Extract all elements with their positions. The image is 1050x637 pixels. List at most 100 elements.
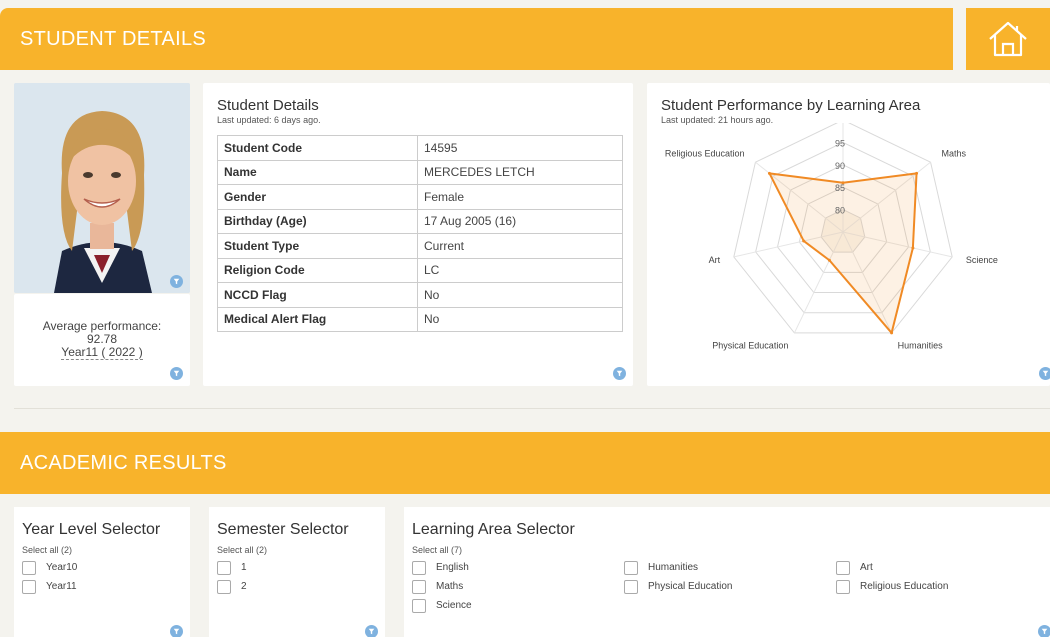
year-selector-title: Year Level Selector <box>22 521 161 538</box>
details-row: Student Type Current <box>217 233 623 259</box>
checkbox[interactable] <box>412 598 426 613</box>
area-option[interactable]: Physical Education <box>624 577 836 596</box>
area-option[interactable]: Religious Education <box>836 577 1036 596</box>
checkbox[interactable] <box>624 579 638 594</box>
checkbox[interactable] <box>624 560 638 575</box>
area-option[interactable]: Humanities <box>624 558 836 577</box>
radar-point[interactable] <box>915 171 919 175</box>
section-divider <box>14 408 1050 409</box>
details-key: Medical Alert Flag <box>217 306 418 332</box>
details-key: Gender <box>217 184 418 210</box>
details-value: Female <box>417 184 623 210</box>
radar-category-label: Humanities <box>898 341 944 351</box>
details-row: Name MERCEDES LETCH <box>217 159 623 185</box>
year-option-label: Year10 <box>46 562 78 573</box>
details-value: LC <box>417 257 623 283</box>
details-key: Student Type <box>217 233 418 259</box>
filter-icon[interactable] <box>1039 367 1050 380</box>
radar-chart: 80859095EnglishMathsScienceHumanitiesPhy… <box>665 123 998 351</box>
details-row: Religion Code LC <box>217 257 623 283</box>
area-option-label: English <box>436 562 469 573</box>
filter-icon[interactable] <box>170 275 183 288</box>
filter-icon[interactable] <box>170 367 183 380</box>
details-value: No <box>417 306 623 332</box>
page-title: STUDENT DETAILS <box>20 27 207 50</box>
area-option[interactable]: Maths <box>412 577 624 596</box>
home-icon <box>989 21 1027 57</box>
academic-results-title: ACADEMIC RESULTS <box>20 451 227 474</box>
radar-category-label: Religious Education <box>665 148 745 158</box>
details-row: NCCD Flag No <box>217 282 623 308</box>
filter-icon[interactable] <box>365 625 378 637</box>
checkbox[interactable] <box>412 560 426 575</box>
student-details-banner: STUDENT DETAILS <box>0 8 953 70</box>
details-key: Religion Code <box>217 257 418 283</box>
radar-point[interactable] <box>911 246 915 250</box>
details-row: Student Code 14595 <box>217 135 623 161</box>
checkbox[interactable] <box>412 579 426 594</box>
year-select-all[interactable]: Select all (2) <box>22 545 190 555</box>
filter-icon[interactable] <box>170 625 183 637</box>
radar-category-label: Maths <box>942 148 967 158</box>
radar-point[interactable] <box>802 239 806 243</box>
details-row: Medical Alert Flag No <box>217 306 623 332</box>
student-photo <box>14 83 190 293</box>
year-level-selector: Year Level Selector Select all (2) Year1… <box>14 507 190 637</box>
details-key: Name <box>217 159 418 185</box>
year-option[interactable]: Year11 <box>22 577 190 596</box>
details-value: 17 Aug 2005 (16) <box>417 208 623 234</box>
details-value: Current <box>417 233 623 259</box>
radar-tick-label: 85 <box>835 183 845 193</box>
checkbox[interactable] <box>836 560 850 575</box>
details-value: 14595 <box>417 135 623 161</box>
semester-selector: Semester Selector Select all (2) 1 2 <box>209 507 385 637</box>
checkbox[interactable] <box>22 579 36 594</box>
details-updated: Last updated: 6 days ago. <box>217 115 321 125</box>
academic-results-banner: ACADEMIC RESULTS <box>0 432 1050 494</box>
area-option-label: Humanities <box>648 562 699 573</box>
learning-area-selector: Learning Area Selector Select all (7) En… <box>404 507 1050 637</box>
details-key: Birthday (Age) <box>217 208 418 234</box>
checkbox[interactable] <box>836 579 850 594</box>
area-option-label: Religious Education <box>860 581 949 592</box>
area-option-label: Physical Education <box>648 581 733 592</box>
semester-option[interactable]: 2 <box>217 577 385 596</box>
year-option-label: Year11 <box>46 581 77 592</box>
year-label: Year11 ( 2022 ) <box>61 345 143 360</box>
area-option-label: Science <box>436 600 472 611</box>
performance-radar-card: Student Performance by Learning Area Las… <box>647 83 1050 386</box>
radar-series-line <box>768 172 918 334</box>
home-button[interactable] <box>966 8 1050 70</box>
checkbox[interactable] <box>217 560 231 575</box>
details-key: Student Code <box>217 135 418 161</box>
details-title: Student Details <box>217 97 319 114</box>
semester-option-label: 2 <box>241 581 247 592</box>
semester-selector-title: Semester Selector <box>217 521 349 538</box>
area-option[interactable]: Science <box>412 596 624 615</box>
details-value: No <box>417 282 623 308</box>
area-option[interactable]: English <box>412 558 624 577</box>
radar-point[interactable] <box>890 331 894 335</box>
radar-tick-label: 80 <box>835 206 845 216</box>
filter-icon[interactable] <box>613 367 626 380</box>
semester-select-all[interactable]: Select all (2) <box>217 545 385 555</box>
student-details-card: Student Details Last updated: 6 days ago… <box>203 83 633 386</box>
semester-option-label: 1 <box>241 562 247 573</box>
area-select-all[interactable]: Select all (7) <box>412 545 1050 555</box>
year-option[interactable]: Year10 <box>22 558 190 577</box>
radar-category-label: Science <box>966 255 998 265</box>
area-option-label: Maths <box>436 581 464 592</box>
radar-tick-label: 90 <box>835 161 845 171</box>
filter-icon[interactable] <box>1038 625 1050 637</box>
details-row: Birthday (Age) 17 Aug 2005 (16) <box>217 208 623 234</box>
semester-option[interactable]: 1 <box>217 558 385 577</box>
details-value: MERCEDES LETCH <box>417 159 623 185</box>
checkbox[interactable] <box>22 560 36 575</box>
radar-point[interactable] <box>827 258 831 262</box>
radar-title: Student Performance by Learning Area <box>661 97 921 114</box>
details-row: Gender Female <box>217 184 623 210</box>
radar-point[interactable] <box>767 171 771 175</box>
area-option[interactable]: Art <box>836 558 1036 577</box>
radar-tick-label: 95 <box>835 138 845 148</box>
checkbox[interactable] <box>217 579 231 594</box>
